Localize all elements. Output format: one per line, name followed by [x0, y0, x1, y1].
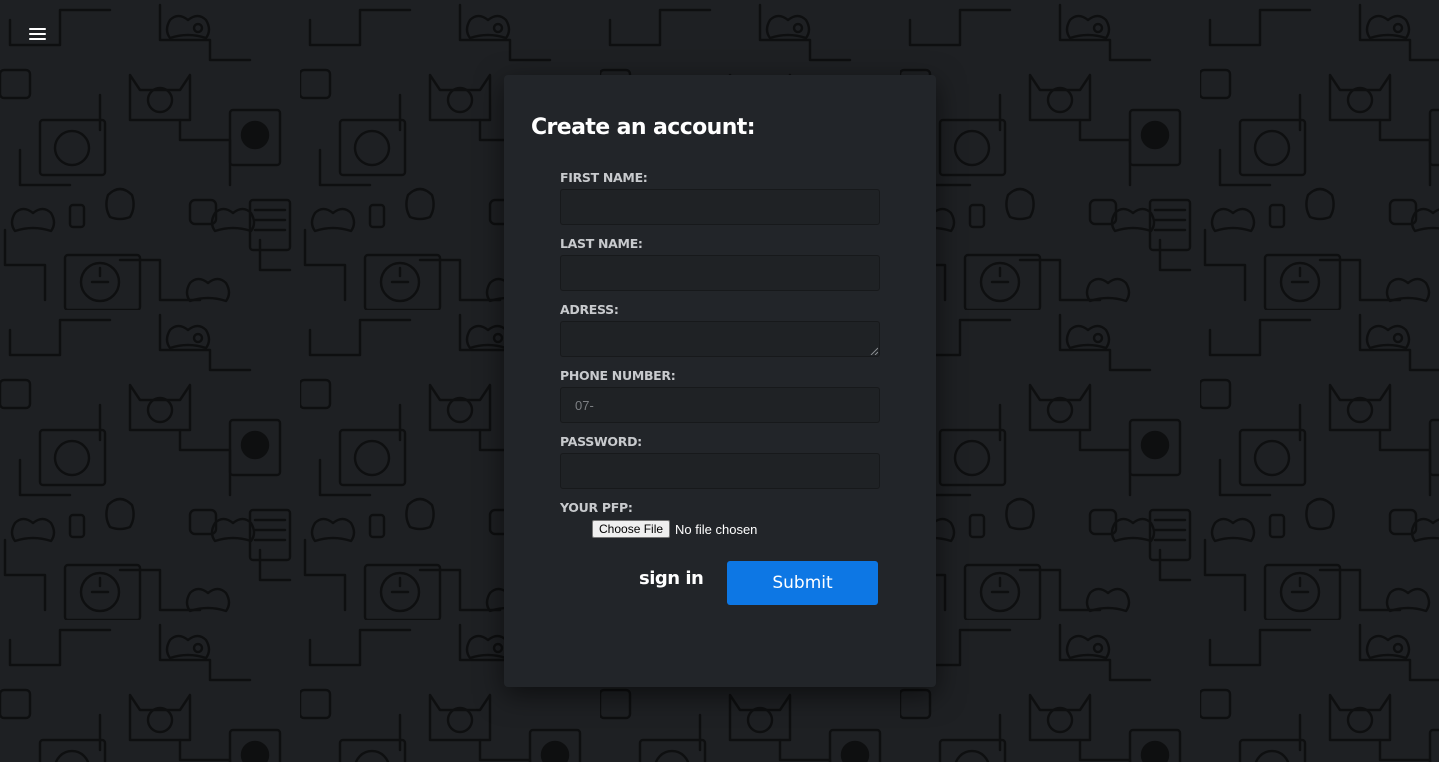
- choose-file-button[interactable]: Choose File: [592, 520, 671, 538]
- file-status-text: No file chosen: [675, 521, 758, 537]
- address-field-wrapper: [560, 321, 880, 357]
- phone-number-input[interactable]: [560, 387, 880, 423]
- form-title: Create an account:: [531, 115, 756, 140]
- address-label: ADRESS:: [560, 302, 619, 317]
- last-name-label: LAST NAME:: [560, 236, 643, 251]
- signup-card: Create an account: FIRST NAME: LAST NAME…: [504, 75, 936, 687]
- address-textarea[interactable]: [560, 321, 880, 357]
- password-input[interactable]: [560, 453, 880, 489]
- pfp-file-input: Choose File No file chosen: [592, 520, 757, 538]
- first-name-input[interactable]: [560, 189, 880, 225]
- last-name-input[interactable]: [560, 255, 880, 291]
- phone-number-label: PHONE NUMBER:: [560, 368, 676, 383]
- hamburger-menu-icon[interactable]: [27, 25, 49, 45]
- sign-in-link[interactable]: sign in: [639, 568, 704, 589]
- password-label: PASSWORD:: [560, 434, 642, 449]
- pfp-label: YOUR PFP:: [560, 500, 633, 515]
- first-name-label: FIRST NAME:: [560, 170, 648, 185]
- submit-button[interactable]: Submit: [727, 561, 878, 605]
- resize-grip-icon[interactable]: [870, 347, 878, 355]
